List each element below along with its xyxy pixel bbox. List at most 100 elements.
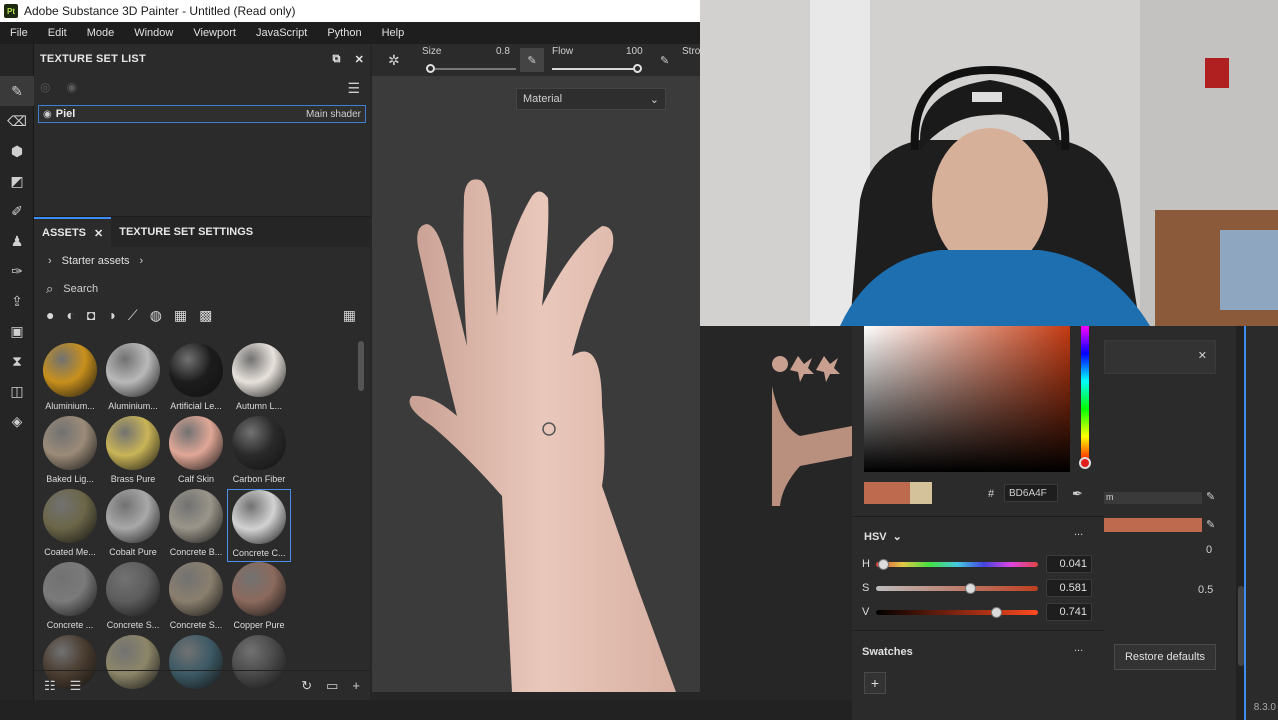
ruler-icon[interactable]: ⧗ [0, 346, 34, 376]
shader-name[interactable]: Main shader [306, 109, 361, 120]
restore-defaults-button[interactable]: Restore defaults [1114, 644, 1216, 670]
flow-knob[interactable] [633, 64, 642, 73]
hide-icon[interactable]: ◎ [40, 80, 50, 94]
filter-materials-icon[interactable]: ● [46, 307, 54, 324]
asset-item[interactable]: Artificial Le... [164, 343, 228, 416]
texture-set-row[interactable]: ◉ Piel Main shader [38, 105, 366, 123]
grid-view-icon[interactable]: ▦ [343, 307, 356, 324]
close-icon[interactable]: ✕ [355, 53, 364, 66]
asset-item[interactable]: Aluminium... [38, 343, 102, 416]
color-edit-icon[interactable]: ✎ [1206, 518, 1215, 531]
eye-icon[interactable]: ◉ [43, 109, 52, 120]
h-slider[interactable] [876, 558, 1038, 570]
flow-value[interactable]: 100 [626, 46, 643, 57]
base-color-swatch[interactable] [1104, 518, 1202, 532]
asset-item[interactable]: Copper Pure [227, 562, 291, 635]
filter-procedurals-icon[interactable]: ◍ [150, 307, 162, 324]
asset-item[interactable]: Concrete S... [101, 562, 165, 635]
paint-brush-icon[interactable]: ✎ [0, 76, 34, 106]
value-zero[interactable]: 0 [1206, 544, 1212, 556]
float-icon[interactable]: ⧉ [333, 53, 341, 66]
menu-edit[interactable]: Edit [38, 27, 77, 39]
brush-preset-icon[interactable]: ✲ [388, 52, 400, 69]
asset-item[interactable]: Baked Lig... [38, 416, 102, 489]
s-value[interactable]: 0.581 [1046, 579, 1092, 597]
menu-viewport[interactable]: Viewport [183, 27, 246, 39]
swatches-more-icon[interactable]: ... [1074, 642, 1083, 654]
h-knob[interactable] [877, 558, 889, 570]
refresh-icon[interactable]: ↻ [301, 678, 312, 694]
menu-file[interactable]: File [0, 27, 38, 39]
v-value[interactable]: 0.741 [1046, 603, 1092, 621]
bake-icon[interactable]: ▣ [0, 316, 34, 346]
asset-item[interactable]: Aluminium... [101, 343, 165, 416]
clone-stamp-icon[interactable]: ♟ [0, 226, 34, 256]
viewport-3d[interactable]: Material ⌄ [372, 76, 700, 692]
smudge-icon[interactable]: ✐ [0, 196, 34, 226]
pen-pressure-button[interactable]: ✎ [520, 48, 544, 72]
projection-icon[interactable]: ⬢ [0, 136, 34, 166]
tab-assets[interactable]: ASSETS ✕ [34, 217, 112, 247]
menu-javascript[interactable]: JavaScript [246, 27, 317, 39]
hex-input[interactable]: BD6A4F [1004, 484, 1058, 502]
saturation-value-area[interactable] [864, 326, 1070, 472]
filter-alphas-icon[interactable]: ◑ [107, 307, 115, 324]
property-field[interactable]: m [1104, 492, 1202, 504]
filter-environments-icon[interactable]: ▩ [199, 307, 212, 324]
asset-item[interactable]: Carbon Fiber [227, 416, 291, 489]
add-icon[interactable]: + [352, 678, 360, 694]
flow-pressure-icon[interactable]: ✎ [660, 54, 669, 67]
eraser-icon[interactable]: ⌫ [0, 106, 34, 136]
filter-textures-icon[interactable]: ◘ [87, 307, 95, 324]
polygon-fill-icon[interactable]: ◩ [0, 166, 34, 196]
tab-texture-set-settings[interactable]: TEXTURE SET SETTINGS [111, 217, 261, 247]
asset-item[interactable]: Concrete C... [227, 489, 291, 562]
size-value[interactable]: 0.8 [496, 46, 510, 57]
s-slider[interactable] [876, 582, 1038, 594]
scrollbar[interactable] [358, 341, 364, 391]
sort-icon[interactable]: ☰ [70, 678, 82, 694]
close-tab-icon[interactable]: ✕ [94, 227, 103, 240]
camera-icon[interactable]: ◫ [0, 376, 34, 406]
more-options-icon[interactable]: ... [1074, 526, 1083, 538]
size-slider[interactable] [426, 64, 516, 73]
asset-item[interactable]: Concrete ... [38, 562, 102, 635]
menu-window[interactable]: Window [124, 27, 183, 39]
asset-item[interactable]: Coated Me... [38, 489, 102, 562]
search-input[interactable]: ⌕ Search [46, 281, 356, 297]
v-slider[interactable] [876, 606, 1038, 618]
previous-color-swatch[interactable] [910, 482, 932, 504]
asset-item[interactable]: Concrete S... [164, 562, 228, 635]
asset-item[interactable]: Autumn L... [227, 343, 291, 416]
menu-mode[interactable]: Mode [77, 27, 125, 39]
filter-list-icon[interactable]: ☷ [44, 678, 56, 694]
v-knob[interactable] [991, 606, 1003, 618]
color-picker-tool-icon[interactable]: ✑ [0, 256, 34, 286]
asset-item[interactable]: Cobalt Pure [101, 489, 165, 562]
filter-smart-materials-icon[interactable]: ◐ [66, 307, 74, 324]
h-value[interactable]: 0.041 [1046, 555, 1092, 573]
menu-python[interactable]: Python [317, 27, 371, 39]
panel-divider[interactable] [1244, 326, 1246, 720]
export-icon[interactable]: ⇪ [0, 286, 34, 316]
filter-grunges-icon[interactable]: ▦ [174, 307, 187, 324]
menu-icon[interactable]: ☰ [347, 80, 360, 97]
hue-strip[interactable] [1081, 326, 1089, 464]
flow-slider[interactable] [552, 64, 642, 73]
value-half[interactable]: 0.5 [1198, 584, 1213, 596]
asset-item[interactable]: Concrete B... [164, 489, 228, 562]
size-knob[interactable] [426, 64, 435, 73]
color-mode-select[interactable]: HSV ⌄ [864, 530, 902, 544]
asset-item[interactable]: Calf Skin [164, 416, 228, 489]
add-swatch-button[interactable]: + [864, 672, 886, 694]
uv-view[interactable] [770, 326, 852, 706]
folder-icon[interactable]: ▭ [326, 678, 338, 694]
close-icon[interactable]: ✕ [1198, 349, 1207, 362]
hue-knob[interactable] [1079, 457, 1091, 469]
filter-brushes-icon[interactable]: ⟋ [128, 307, 138, 324]
eyedropper-icon[interactable]: ✒ [1072, 486, 1083, 502]
breadcrumb[interactable]: › Starter assets › [48, 255, 143, 267]
display-settings-icon[interactable]: ◈ [0, 406, 34, 436]
asset-item[interactable]: Brass Pure [101, 416, 165, 489]
edit-icon[interactable]: ✎ [1206, 490, 1215, 503]
